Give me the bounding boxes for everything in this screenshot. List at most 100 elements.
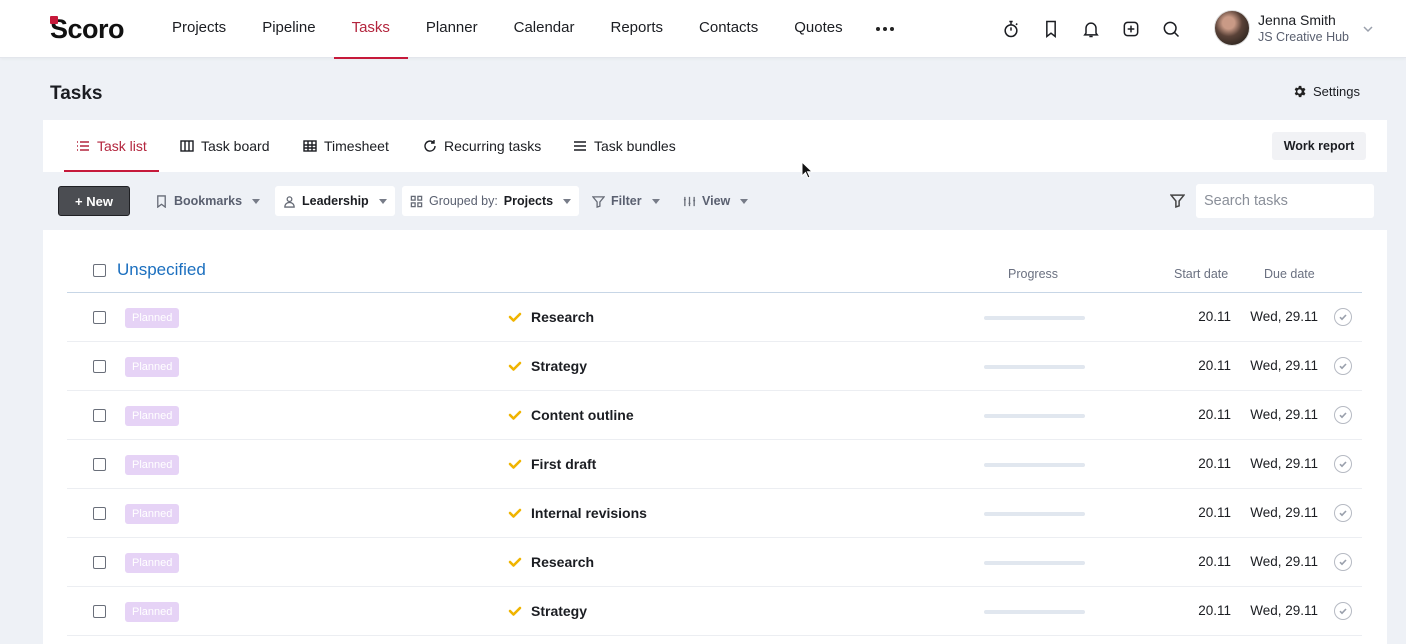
nav-item-planner[interactable]: Planner xyxy=(408,0,496,58)
row-checkbox[interactable] xyxy=(93,556,106,569)
scoro-logo[interactable]: Scoro xyxy=(50,14,125,44)
start-date: 20.11 xyxy=(1198,505,1231,520)
nav-item-projects[interactable]: Projects xyxy=(154,0,244,58)
work-report-button[interactable]: Work report xyxy=(1272,132,1366,160)
caret-down-icon xyxy=(378,198,387,204)
task-name[interactable]: Research xyxy=(531,309,594,325)
status-badge: Planned xyxy=(125,553,180,573)
user-info: Jenna Smith JS Creative Hub xyxy=(1258,12,1349,45)
nav-item-pipeline[interactable]: Pipeline xyxy=(244,0,333,58)
table-row[interactable]: Planned Research 20.11 Wed, 29.11 xyxy=(67,293,1362,342)
nav-item-tasks[interactable]: Tasks xyxy=(333,0,409,59)
table-row[interactable]: Planned Internal revisions 20.11 Wed, 29.11 xyxy=(67,489,1362,538)
due-date: Wed, 29.11 xyxy=(1250,603,1318,618)
gear-icon xyxy=(1294,85,1306,98)
bell-icon[interactable] xyxy=(1076,14,1106,44)
tab-task-bundles[interactable]: Task bundles xyxy=(573,120,676,172)
more-horizontal-icon[interactable] xyxy=(865,0,905,58)
chevron-down-icon xyxy=(1362,22,1374,34)
complete-task-button[interactable] xyxy=(1334,357,1352,375)
group-icon xyxy=(410,195,423,207)
user-menu[interactable]: Jenna Smith JS Creative Hub xyxy=(1214,10,1373,46)
top-navigation-bar: Scoro Projects Pipeline Tasks Planner Ca… xyxy=(0,0,1406,59)
complete-task-button[interactable] xyxy=(1334,455,1352,473)
stopwatch-icon[interactable] xyxy=(996,14,1026,44)
check-circle-icon xyxy=(1339,363,1347,370)
progress-bar xyxy=(984,610,1085,614)
priority-check-icon xyxy=(508,457,522,471)
filter-icon xyxy=(592,195,605,208)
table-row[interactable]: Planned Research 20.11 Wed, 29.11 xyxy=(67,538,1362,587)
group-title[interactable]: Unspecified xyxy=(117,260,206,280)
table-row[interactable]: Planned Strategy 20.11 Wed, 29.11 xyxy=(67,342,1362,391)
bookmark-icon[interactable] xyxy=(1036,14,1066,44)
task-name[interactable]: Internal revisions xyxy=(531,505,647,521)
tab-task-list[interactable]: Task list xyxy=(64,120,159,172)
leadership-dropdown[interactable]: Leadership xyxy=(275,186,395,216)
nav-item-contacts[interactable]: Contacts xyxy=(681,0,776,58)
nav-item-reports[interactable]: Reports xyxy=(592,0,681,58)
complete-task-button[interactable] xyxy=(1334,504,1352,522)
column-header-due-date[interactable]: Due date xyxy=(1264,267,1315,281)
table-row[interactable]: Planned First draft 20.11 Wed, 29.11 xyxy=(67,440,1362,489)
row-checkbox[interactable] xyxy=(93,409,106,422)
complete-task-button[interactable] xyxy=(1334,308,1352,326)
caret-down-icon xyxy=(252,198,261,204)
mouse-cursor-icon xyxy=(801,161,813,179)
column-header-progress[interactable]: Progress xyxy=(1008,267,1058,281)
board-icon xyxy=(180,140,194,152)
tab-timesheet[interactable]: Timesheet xyxy=(303,120,389,172)
table-row[interactable]: Planned Strategy 20.11 Wed, 29.11 xyxy=(67,587,1362,636)
list-icon xyxy=(77,141,89,151)
row-checkbox[interactable] xyxy=(93,507,106,520)
tab-label: Timesheet xyxy=(324,138,389,154)
bookmarks-dropdown[interactable]: Bookmarks xyxy=(147,186,268,216)
row-checkbox[interactable] xyxy=(93,458,106,471)
complete-task-button[interactable] xyxy=(1334,553,1352,571)
task-name[interactable]: Strategy xyxy=(531,358,587,374)
avatar xyxy=(1214,10,1250,46)
start-date: 20.11 xyxy=(1198,554,1231,569)
filter-dropdown[interactable]: Filter xyxy=(584,186,668,216)
task-name[interactable]: Strategy xyxy=(531,603,587,619)
tab-label: Task board xyxy=(201,138,270,154)
priority-check-icon xyxy=(508,310,522,324)
new-task-button[interactable]: + New xyxy=(58,186,130,216)
caret-down-icon xyxy=(740,198,749,204)
row-checkbox[interactable] xyxy=(93,605,106,618)
settings-button[interactable]: Settings xyxy=(1292,84,1360,99)
status-badge: Planned xyxy=(125,602,180,622)
row-checkbox[interactable] xyxy=(93,311,106,324)
table-row[interactable]: Planned Content outline 20.11 Wed, 29.11 xyxy=(67,391,1362,440)
add-square-icon[interactable] xyxy=(1116,14,1146,44)
view-dropdown[interactable]: View xyxy=(675,186,756,216)
progress-bar xyxy=(984,561,1085,565)
nav-item-calendar[interactable]: Calendar xyxy=(496,0,593,58)
select-all-checkbox[interactable] xyxy=(93,264,106,277)
tab-task-board[interactable]: Task board xyxy=(180,120,269,172)
status-badge: Planned xyxy=(125,455,180,475)
search-tasks-input[interactable] xyxy=(1196,184,1374,218)
row-checkbox[interactable] xyxy=(93,360,106,373)
search-icon[interactable] xyxy=(1156,14,1186,44)
progress-bar xyxy=(984,414,1085,418)
filter-label: Filter xyxy=(611,194,642,208)
caret-down-icon xyxy=(651,198,660,204)
task-list-card: Unspecified Progress Start date Due date… xyxy=(43,230,1387,644)
task-name[interactable]: First draft xyxy=(531,456,596,472)
status-badge: Planned xyxy=(125,406,180,426)
priority-check-icon xyxy=(508,408,522,422)
bookmark-icon xyxy=(157,194,166,208)
priority-check-icon xyxy=(508,555,522,569)
funnel-icon[interactable] xyxy=(1169,193,1186,209)
grouped-by-dropdown[interactable]: Grouped by: Projects xyxy=(402,186,580,216)
tab-recurring-tasks[interactable]: Recurring tasks xyxy=(423,120,541,172)
nav-item-quotes[interactable]: Quotes xyxy=(776,0,860,58)
complete-task-button[interactable] xyxy=(1334,602,1352,620)
complete-task-button[interactable] xyxy=(1334,406,1352,424)
task-name[interactable]: Content outline xyxy=(531,407,634,423)
task-name[interactable]: Research xyxy=(531,554,594,570)
check-circle-icon xyxy=(1339,559,1347,566)
logo-mark-icon xyxy=(50,16,58,24)
column-header-start-date[interactable]: Start date xyxy=(1174,267,1228,281)
